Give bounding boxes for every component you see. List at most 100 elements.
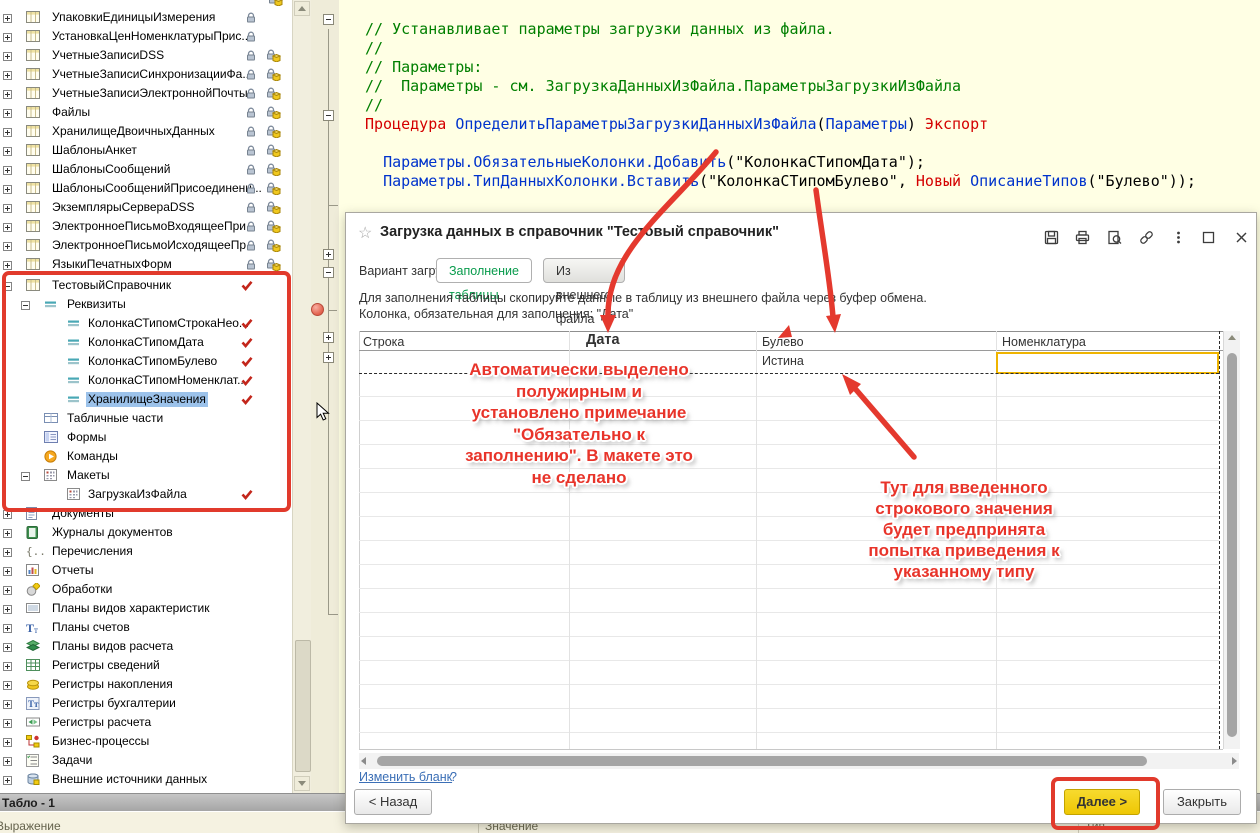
tree-expander-icon[interactable] [3, 107, 12, 121]
tree-expander-icon[interactable] [3, 202, 12, 216]
tree-item[interactable]: Макеты [0, 467, 292, 484]
tree-item[interactable]: Обработки [0, 581, 292, 598]
tree-item[interactable]: Отчеты [0, 562, 292, 579]
tree-expander-icon[interactable] [3, 145, 12, 159]
fold-plus-icon[interactable] [323, 352, 334, 363]
tree-expander-icon[interactable] [3, 221, 12, 235]
tree-expander-icon[interactable] [3, 736, 12, 750]
tree-item[interactable]: УчетныеЗаписиDSS [0, 47, 292, 64]
tree-item[interactable]: Реквизиты [0, 296, 292, 313]
close-button[interactable]: Закрыть [1163, 789, 1241, 815]
tree-item[interactable]: Внешние источники данных [0, 771, 292, 788]
tree-item[interactable]: Документы [0, 505, 292, 522]
scroll-down-button[interactable] [294, 776, 310, 791]
tree-item[interactable]: Журналы документов [0, 524, 292, 541]
tree-expander-icon[interactable] [21, 470, 30, 484]
tree-item[interactable]: УчетныеЗаписиСинхронизацииФа... [0, 66, 292, 83]
tree-item[interactable]: ЯзыкиПечатныхФорм [0, 256, 292, 273]
tree-item[interactable]: Регистры сведений [0, 657, 292, 674]
save-icon[interactable] [1043, 229, 1063, 247]
tree-item[interactable]: Файлы [0, 104, 292, 121]
hscroll-thumb[interactable] [377, 756, 1147, 766]
fold-plus-icon[interactable] [323, 249, 334, 260]
tree-expander-icon[interactable] [3, 31, 12, 45]
tree-expander-icon[interactable] [3, 603, 12, 617]
tree-expander-icon[interactable] [3, 508, 12, 522]
tree-item[interactable]: Бизнес-процессы [0, 733, 292, 750]
tree-item[interactable]: КолонкаСТипомБулево [0, 353, 292, 370]
tree-expander-icon[interactable] [3, 69, 12, 83]
fold-minus-icon[interactable] [323, 14, 334, 25]
tree-item[interactable]: ЭлектронноеПисьмоИсходящееПр... [0, 237, 292, 254]
tree-item[interactable]: ХранилищеДвоичныхДанных [0, 123, 292, 140]
tree-expander-icon[interactable] [3, 259, 12, 273]
tree-item[interactable]: ТестовыйСправочник [0, 277, 292, 294]
tree-item[interactable]: ХранилищеЗначения [0, 391, 292, 408]
tree-expander-icon[interactable] [3, 12, 12, 26]
link-icon[interactable] [1138, 229, 1158, 247]
tree-item[interactable]: ЗагрузкаИзФайла [0, 486, 292, 503]
tree-expander-icon[interactable] [3, 546, 12, 560]
tree-expander-icon[interactable] [3, 622, 12, 636]
tree-expander-icon[interactable] [3, 164, 12, 178]
tree-item[interactable]: Формы [0, 429, 292, 446]
vscroll-thumb[interactable] [1227, 353, 1237, 737]
tree-expander-icon[interactable] [3, 240, 12, 254]
cell-bool-value[interactable]: Истина [762, 354, 804, 368]
tree-expander-icon[interactable] [3, 698, 12, 712]
close-icon[interactable] [1233, 229, 1253, 247]
tree-item[interactable]: Задачи [0, 752, 292, 769]
print-icon[interactable] [1074, 229, 1094, 247]
tree-item[interactable]: УстановкаЦенНоменклатурыПрис... [0, 28, 292, 45]
tree-item[interactable]: Регистры расчета [0, 714, 292, 731]
tree-scrollbar[interactable] [292, 0, 311, 793]
tree-item[interactable]: ШаблоныСообщений [0, 161, 292, 178]
table-vscrollbar[interactable] [1223, 331, 1240, 749]
edit-form-link[interactable]: Изменить бланк [359, 770, 452, 784]
fold-plus-icon[interactable] [323, 332, 334, 343]
tree-expander-icon[interactable] [3, 280, 12, 294]
tree-item[interactable]: Команды [0, 448, 292, 465]
scroll-thumb[interactable] [295, 640, 311, 772]
tree-expander-icon[interactable] [3, 660, 12, 674]
tree-item[interactable]: УчетныеЗаписиЭлектроннойПочты [0, 85, 292, 102]
selected-cell[interactable] [996, 352, 1219, 374]
scroll-left-icon[interactable] [361, 757, 366, 765]
tree-expander-icon[interactable] [3, 755, 12, 769]
tree-expander-icon[interactable] [3, 774, 12, 788]
tree-expander-icon[interactable] [3, 527, 12, 541]
tree-expander-icon[interactable] [3, 88, 12, 102]
tree-item[interactable]: КолонкаСТипомСтрокаНео... [0, 315, 292, 332]
tree-expander-icon[interactable] [3, 126, 12, 140]
tree-item[interactable]: КолонкаСТипомНоменклат... [0, 372, 292, 389]
more-icon[interactable] [1170, 229, 1190, 247]
help-link[interactable]: ? [450, 770, 457, 784]
tree-item[interactable]: ШаблоныСообщенийПрисоединенн... [0, 180, 292, 197]
tree-expander-icon[interactable] [3, 717, 12, 731]
favorite-star-icon[interactable]: ☆ [358, 223, 372, 243]
maximize-icon[interactable] [1200, 229, 1220, 247]
tree-item[interactable]: Табличные части [0, 410, 292, 427]
tree-expander-icon[interactable] [3, 679, 12, 693]
tree-item[interactable]: ШаблоныАнкет [0, 142, 292, 159]
next-button[interactable]: Далее > [1064, 789, 1140, 815]
tab-from-file[interactable]: Из внешнего файла [543, 258, 625, 283]
tree-item[interactable]: Планы видов расчета [0, 638, 292, 655]
tree-item[interactable]: ЭкземплярыСервераDSS [0, 199, 292, 216]
tree-item[interactable]: TтРегистры бухгалтерии [0, 695, 292, 712]
scroll-right-icon[interactable] [1232, 757, 1237, 765]
tree-expander-icon[interactable] [3, 584, 12, 598]
tree-item[interactable]: УпаковкиЕдиницыИзмерения [0, 9, 292, 26]
scroll-up-icon[interactable] [1228, 335, 1236, 340]
scroll-up-button[interactable] [294, 1, 310, 16]
tree-item[interactable]: ЭлектронноеПисьмоВходящееПри... [0, 218, 292, 235]
back-button[interactable]: < Назад [354, 789, 432, 815]
tree-expander-icon[interactable] [3, 565, 12, 579]
tree-expander-icon[interactable] [21, 299, 30, 313]
tree-item[interactable]: Регистры накопления [0, 676, 292, 693]
tree-item[interactable]: Планы видов характеристик [0, 600, 292, 617]
tree-expander-icon[interactable] [3, 50, 12, 64]
tree-item[interactable]: TтПланы счетов [0, 619, 292, 636]
tree-expander-icon[interactable] [3, 641, 12, 655]
tree-expander-icon[interactable] [3, 183, 12, 197]
